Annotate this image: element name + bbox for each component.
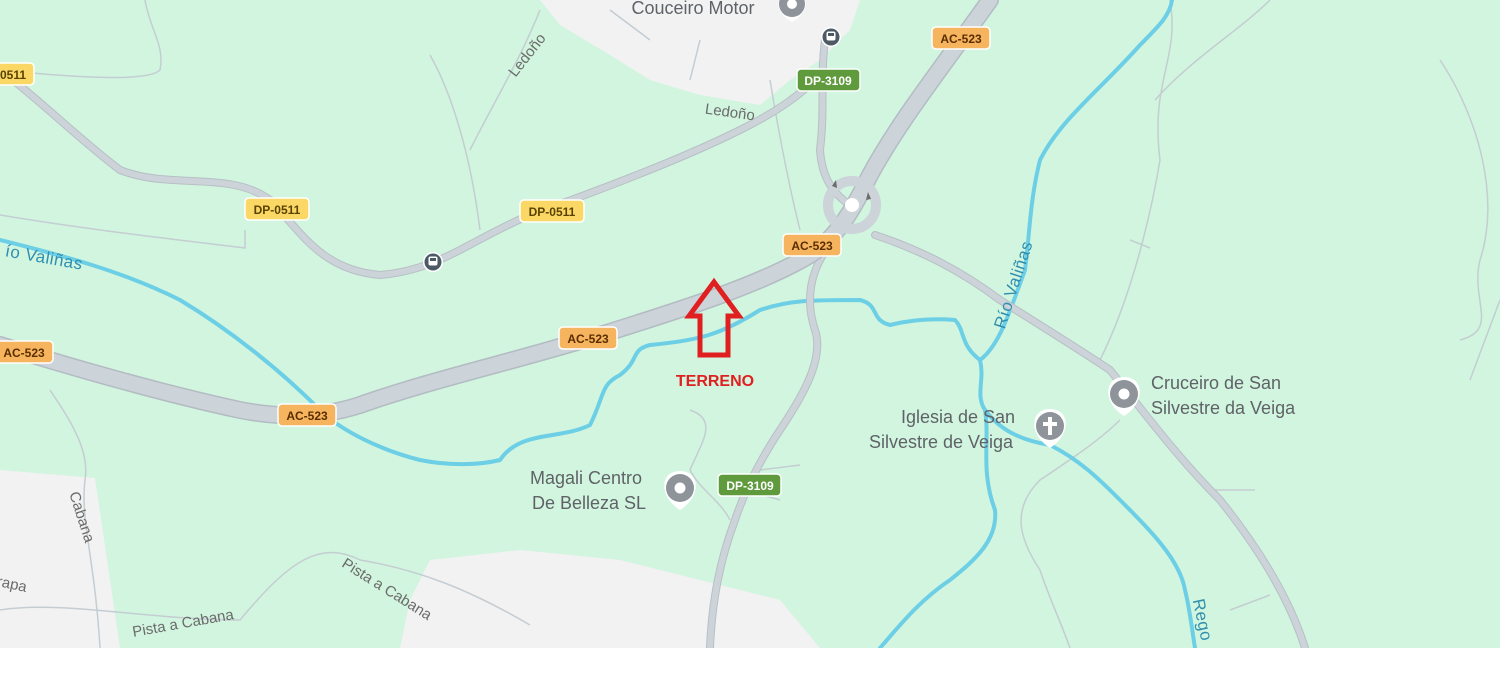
svg-text:DP-3109: DP-3109 (726, 479, 774, 493)
poi-cruceiro-line2: Silvestre da Veiga (1151, 398, 1296, 418)
map-svg[interactable]: 0511 DP-0511 DP-0511 AC-523 AC-523 AC-52… (0, 0, 1500, 648)
poi-cruceiro-line1: Cruceiro de San (1151, 373, 1281, 393)
poi-magali-line2: De Belleza SL (532, 493, 646, 513)
road-badge-dp0511-left: 0511 (0, 62, 35, 86)
svg-text:AC-523: AC-523 (940, 32, 982, 46)
svg-text:AC-523: AC-523 (3, 346, 45, 360)
terreno-label: TERRENO (676, 373, 754, 390)
svg-text:AC-523: AC-523 (791, 239, 833, 253)
road-badge-ac523-top: AC-523 (931, 26, 991, 50)
road-badge-dp0511-a: DP-0511 (244, 197, 310, 221)
road-badge-dp3109-bottom: DP-3109 (717, 473, 782, 497)
svg-text:DP-3109: DP-3109 (804, 74, 852, 88)
road-badge-ac523-mid: AC-523 (782, 233, 842, 257)
bus-stop-icon[interactable] (423, 252, 443, 272)
road-badge-dp0511-b: DP-0511 (519, 199, 585, 223)
bus-stop-icon[interactable] (821, 27, 841, 47)
svg-text:DP-0511: DP-0511 (254, 203, 301, 217)
svg-text:DP-0511: DP-0511 (529, 205, 576, 219)
road-badge-ac523-left: AC-523 (0, 340, 54, 364)
road-badge-ac523-center: AC-523 (558, 326, 618, 350)
svg-text:AC-523: AC-523 (567, 332, 609, 346)
map-canvas[interactable]: 0511 DP-0511 DP-0511 AC-523 AC-523 AC-52… (0, 0, 1500, 648)
svg-text:AC-523: AC-523 (286, 409, 328, 423)
poi-magali-line1: Magali Centro (530, 468, 642, 488)
poi-iglesia-line2: Silvestre de Veiga (869, 432, 1014, 452)
road-badge-ac523-low: AC-523 (277, 403, 337, 427)
svg-text:0511: 0511 (0, 68, 26, 82)
place-label-couceiro-motor: Couceiro Motor (631, 0, 754, 18)
poi-iglesia-line1: Iglesia de San (901, 407, 1015, 427)
road-badge-dp3109-top: DP-3109 (796, 68, 861, 92)
